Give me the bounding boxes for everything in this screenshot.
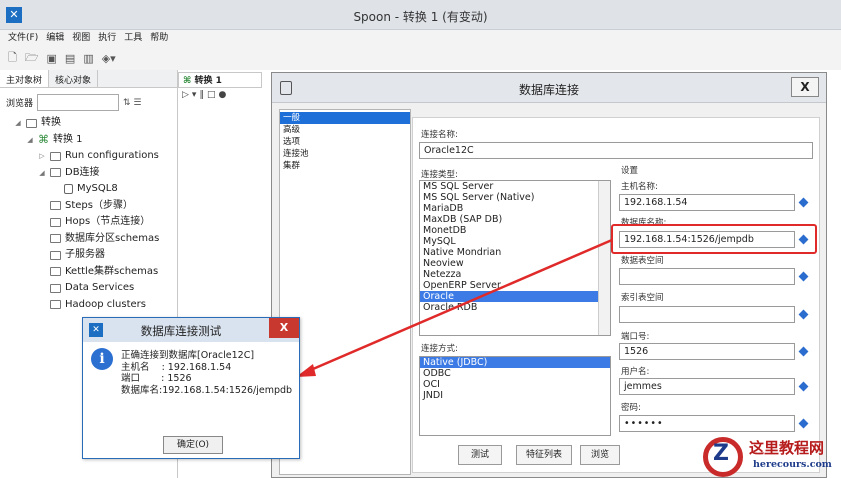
watermark-text: 这里教程网 (749, 439, 825, 457)
test-dialog-close-button[interactable]: X (269, 318, 299, 338)
watermark-logo-letter: Z (713, 441, 729, 466)
connection-test-dialog: ✕ 数据库连接测试 X i 正确连接到数据库[Oracle12C] 主机名 : … (82, 317, 300, 459)
info-icon: i (91, 348, 113, 370)
watermark: Z 这里教程网 herecours.com (703, 435, 841, 478)
ok-button[interactable]: 确定(O) (163, 436, 223, 454)
test-result-message: 正确连接到数据库[Oracle12C] 主机名 : 192.168.1.54 端… (121, 350, 293, 396)
test-dialog-titlebar: ✕ 数据库连接测试 X (83, 318, 299, 342)
watermark-url: herecours.com (753, 459, 832, 470)
test-dialog-title: 数据库连接测试 (140, 324, 222, 338)
